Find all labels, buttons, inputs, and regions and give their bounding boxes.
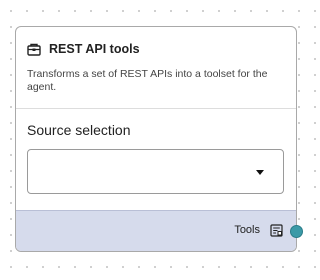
node-title: REST API tools [49, 42, 140, 56]
rest-api-tools-node[interactable]: REST API tools Transforms a set of REST … [15, 26, 297, 252]
dropdown-arrow-icon [256, 170, 264, 175]
source-selection-dropdown[interactable] [27, 149, 284, 194]
source-selection-label: Source selection [27, 122, 131, 138]
tools-output-icon [270, 224, 283, 237]
toolbox-icon [27, 43, 41, 56]
node-header: REST API tools Transforms a set of REST … [16, 27, 296, 109]
node-footer: Tools [16, 210, 296, 251]
node-description: Transforms a set of REST APIs into a too… [27, 68, 268, 93]
tools-output-label: Tools [234, 224, 260, 236]
tools-output-handle[interactable] [290, 225, 303, 238]
